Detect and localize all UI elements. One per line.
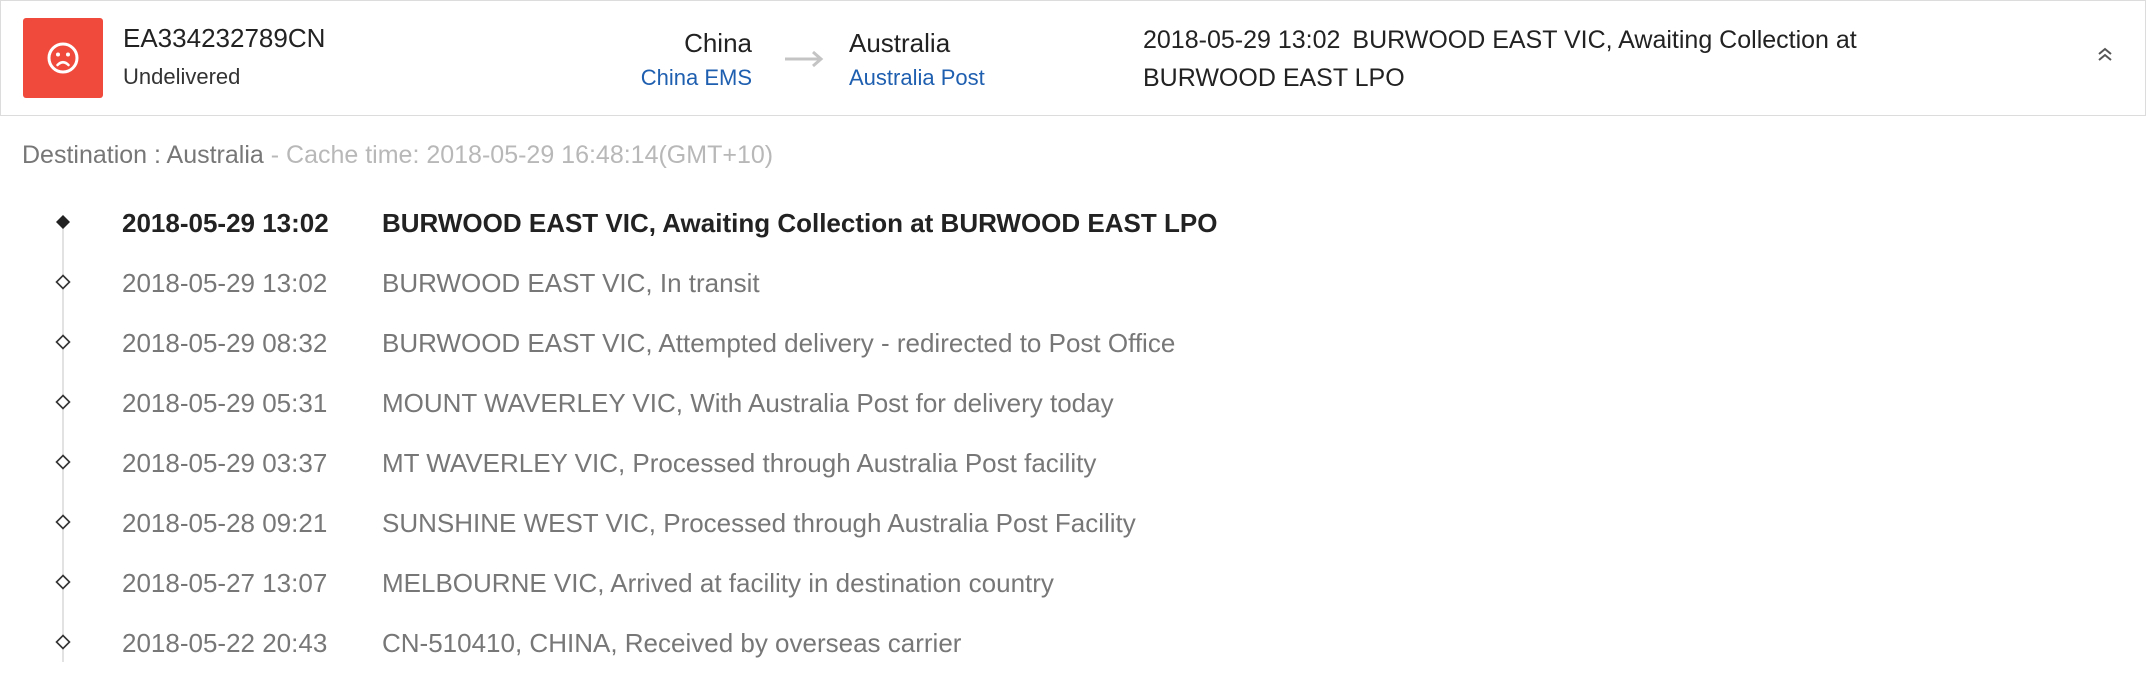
- hollow-diamond-icon: [55, 454, 71, 470]
- hollow-diamond-icon: [55, 634, 71, 650]
- hollow-diamond-icon: [55, 574, 71, 590]
- destination-label: Destination : Australia: [22, 141, 264, 169]
- timeline-event: 2018-05-29 05:31 MOUNT WAVERLEY VIC, Wit…: [0, 376, 1400, 436]
- hollow-diamond-icon: [55, 274, 71, 290]
- tracking-summary-header[interactable]: EA334232789CN Undelivered China China EM…: [0, 0, 2146, 116]
- event-time: 2018-05-27 13:07: [122, 568, 328, 598]
- delivery-status: Undelivered: [123, 64, 241, 89]
- filled-diamond-icon: [56, 215, 70, 229]
- timeline-event: 2018-05-22 20:43 CN-510410, CHINA, Recei…: [0, 616, 1400, 676]
- cache-info: Destination : Australia - Cache time: 20…: [22, 141, 773, 170]
- latest-event-summary: 2018-05-29 13:02 BURWOOD EAST VIC, Awaiti…: [1143, 21, 1983, 97]
- event-description: SUNSHINE WEST VIC, Processed through Aus…: [382, 508, 1136, 538]
- timeline-event: 2018-05-29 03:37 MT WAVERLEY VIC, Proces…: [0, 436, 1400, 496]
- hollow-diamond-icon: [55, 394, 71, 410]
- origin-carrier-link[interactable]: China EMS: [641, 63, 752, 93]
- latest-event-time: 2018-05-29 13:02: [1143, 26, 1341, 54]
- event-description: BURWOOD EAST VIC, Attempted delivery - r…: [382, 328, 1176, 358]
- tracking-number: EA334232789CN: [123, 23, 326, 53]
- event-description: CN-510410, CHINA, Received by overseas c…: [382, 628, 962, 658]
- timeline-event: 2018-05-29 13:02 BURWOOD EAST VIC, Await…: [0, 196, 1400, 256]
- sad-face-icon: [47, 42, 79, 74]
- event-description: MT WAVERLEY VIC, Processed through Austr…: [382, 448, 1097, 478]
- timeline-event: 2018-05-28 09:21 SUNSHINE WEST VIC, Proc…: [0, 496, 1400, 556]
- destination-carrier-link[interactable]: Australia Post: [849, 63, 985, 93]
- event-time: 2018-05-29 08:32: [122, 328, 328, 358]
- timeline-event: 2018-05-29 08:32 BURWOOD EAST VIC, Attem…: [0, 316, 1400, 376]
- cache-time-label: - Cache time: 2018-05-29 16:48:14(GMT+10…: [263, 141, 774, 169]
- event-time: 2018-05-29 13:02: [122, 268, 328, 298]
- timeline-event: 2018-05-29 13:02 BURWOOD EAST VIC, In tr…: [0, 256, 1400, 316]
- event-description: BURWOOD EAST VIC, In transit: [382, 268, 760, 298]
- collapse-chevron-icon[interactable]: [2091, 41, 2119, 77]
- destination-country: Australia: [849, 28, 951, 58]
- event-time: 2018-05-29 05:31: [122, 388, 328, 418]
- status-badge: [23, 18, 103, 98]
- timeline-event: 2018-05-27 13:07 MELBOURNE VIC, Arrived …: [0, 556, 1400, 616]
- hollow-diamond-icon: [55, 514, 71, 530]
- event-time: 2018-05-22 20:43: [122, 628, 328, 658]
- origin-country: China: [684, 28, 752, 58]
- origin-info: China China EMS: [641, 27, 752, 93]
- event-description: BURWOOD EAST VIC, Awaiting Collection at…: [382, 208, 1218, 238]
- hollow-diamond-icon: [55, 334, 71, 350]
- destination-info: Australia Australia Post: [849, 27, 985, 93]
- event-time: 2018-05-28 09:21: [122, 508, 328, 538]
- tracking-card: EA334232789CN Undelivered China China EM…: [0, 0, 2148, 676]
- right-arrow-icon: [785, 50, 824, 68]
- event-description: MOUNT WAVERLEY VIC, With Australia Post …: [382, 388, 1114, 418]
- event-time: 2018-05-29 03:37: [122, 448, 328, 478]
- event-description: MELBOURNE VIC, Arrived at facility in de…: [382, 568, 1054, 598]
- event-time: 2018-05-29 13:02: [122, 208, 329, 238]
